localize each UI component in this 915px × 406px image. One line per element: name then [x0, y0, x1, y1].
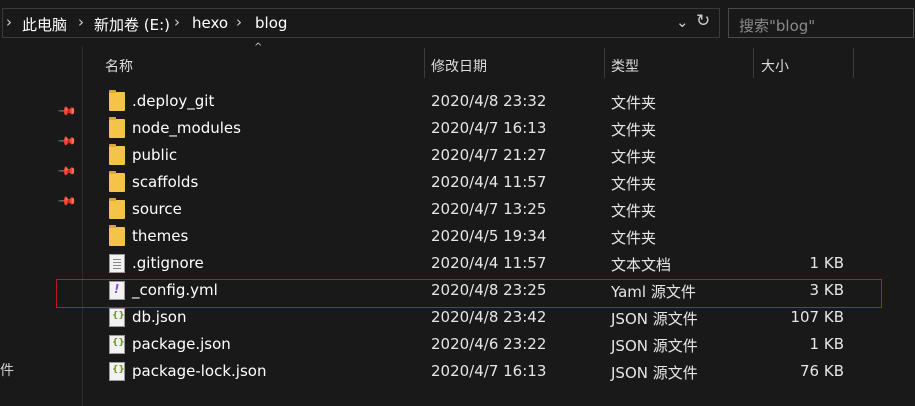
- file-row[interactable]: _config.yml 2020/4/8 23:25 Yaml 源文件 3 KB: [84, 277, 914, 304]
- search-placeholder: 搜索"blog": [739, 17, 816, 35]
- file-name: .deploy_git: [132, 92, 215, 110]
- column-header-size[interactable]: 大小: [761, 56, 789, 76]
- file-date: 2020/4/7 21:27: [431, 146, 547, 164]
- file-name: db.json: [132, 308, 187, 326]
- file-row[interactable]: .gitignore 2020/4/4 11:57 文本文档 1 KB: [84, 250, 914, 277]
- file-date: 2020/4/7 13:25: [431, 200, 547, 218]
- file-row[interactable]: .deploy_git 2020/4/8 23:32 文件夹: [84, 88, 914, 115]
- pane-divider[interactable]: [82, 46, 83, 406]
- file-date: 2020/4/8 23:42: [431, 308, 547, 326]
- file-date: 2020/4/5 19:34: [431, 227, 547, 245]
- breadcrumb-this-pc[interactable]: 此电脑: [22, 14, 67, 35]
- file-name: node_modules: [132, 119, 241, 137]
- pin-icon[interactable]: 📌: [57, 101, 77, 121]
- file-row[interactable]: source 2020/4/7 13:25 文件夹: [84, 196, 914, 223]
- folder-icon: [109, 144, 125, 165]
- folder-icon: [109, 171, 125, 192]
- json-file-icon: [109, 335, 125, 354]
- file-date: 2020/4/8 23:25: [431, 281, 547, 299]
- file-size: 107 KB: [790, 308, 844, 326]
- address-bar-area: › 此电脑 › 新加卷 (E:) › hexo › blog ⌄ ↻ 搜索"bl…: [0, 0, 915, 46]
- folder-icon: [109, 90, 125, 111]
- breadcrumb-separator-icon: ›: [78, 13, 84, 31]
- sort-ascending-icon: ^: [254, 42, 263, 53]
- file-type: 文本文档: [611, 256, 672, 274]
- pin-icon[interactable]: 📌: [57, 191, 77, 211]
- file-name: themes: [132, 227, 189, 245]
- file-type: 文件夹: [611, 94, 657, 112]
- breadcrumb-separator-icon: ›: [236, 13, 242, 31]
- column-resize-handle[interactable]: [853, 48, 854, 78]
- pin-icon[interactable]: 📌: [57, 131, 77, 151]
- file-row[interactable]: package-lock.json 2020/4/7 16:13 JSON 源文…: [84, 358, 914, 385]
- file-date: 2020/4/7 16:13: [431, 362, 547, 380]
- file-date: 2020/4/6 23:22: [431, 335, 547, 353]
- column-header-name[interactable]: 名称: [105, 56, 133, 76]
- folder-icon: [109, 117, 125, 138]
- breadcrumb-separator-icon: ›: [6, 13, 12, 31]
- file-name: package.json: [132, 335, 231, 353]
- file-row[interactable]: scaffolds 2020/4/4 11:57 文件夹: [84, 169, 914, 196]
- file-date: 2020/4/7 16:13: [431, 119, 547, 137]
- text-file-icon: [109, 254, 125, 273]
- file-name: _config.yml: [132, 281, 218, 299]
- json-file-icon: [109, 362, 125, 381]
- file-size: 1 KB: [809, 335, 844, 353]
- file-name: public: [132, 146, 178, 164]
- file-size: 3 KB: [809, 281, 844, 299]
- file-type: 文件夹: [611, 202, 657, 220]
- file-date: 2020/4/4 11:57: [431, 173, 547, 191]
- search-input[interactable]: 搜索"blog": [728, 8, 914, 38]
- file-size: 76 KB: [800, 362, 844, 380]
- file-type: JSON 源文件: [611, 337, 698, 355]
- file-name: .gitignore: [132, 254, 204, 272]
- file-type: Yaml 源文件: [611, 283, 696, 301]
- folder-icon: [109, 198, 125, 219]
- file-row[interactable]: db.json 2020/4/8 23:42 JSON 源文件 107 KB: [84, 304, 914, 331]
- file-row[interactable]: themes 2020/4/5 19:34 文件夹: [84, 223, 914, 250]
- file-type: JSON 源文件: [611, 310, 698, 328]
- file-row[interactable]: public 2020/4/7 21:27 文件夹: [84, 142, 914, 169]
- file-date: 2020/4/4 11:57: [431, 254, 547, 272]
- file-name: package-lock.json: [132, 362, 267, 380]
- file-row[interactable]: package.json 2020/4/6 23:22 JSON 源文件 1 K…: [84, 331, 914, 358]
- navigation-pane: 📌 📌 📌 📌 件: [0, 46, 82, 406]
- breadcrumb-drive-e[interactable]: 新加卷 (E:): [94, 14, 170, 35]
- breadcrumb-separator-icon: ›: [174, 13, 180, 31]
- yaml-file-icon: [109, 281, 125, 300]
- file-row[interactable]: node_modules 2020/4/7 16:13 文件夹: [84, 115, 914, 142]
- breadcrumb-blog[interactable]: blog: [255, 14, 287, 32]
- column-header-type[interactable]: 类型: [611, 56, 639, 76]
- file-type: 文件夹: [611, 121, 657, 139]
- column-header-date[interactable]: 修改日期: [431, 56, 487, 76]
- nav-item-partial-label[interactable]: 件: [0, 360, 14, 380]
- file-type: 文件夹: [611, 148, 657, 166]
- json-file-icon: [109, 308, 125, 327]
- file-date: 2020/4/8 23:32: [431, 92, 547, 110]
- file-name: source: [132, 200, 182, 218]
- file-name: scaffolds: [132, 173, 199, 191]
- file-type: JSON 源文件: [611, 364, 698, 382]
- chevron-down-icon[interactable]: ⌄: [676, 13, 689, 31]
- breadcrumb-hexo[interactable]: hexo: [192, 14, 228, 32]
- file-type: 文件夹: [611, 229, 657, 247]
- column-resize-handle[interactable]: [753, 48, 754, 78]
- column-resize-handle[interactable]: [424, 48, 425, 78]
- pin-icon[interactable]: 📌: [57, 161, 77, 181]
- column-resize-handle[interactable]: [604, 48, 605, 78]
- refresh-icon[interactable]: ↻: [696, 11, 710, 31]
- folder-icon: [109, 225, 125, 246]
- file-type: 文件夹: [611, 175, 657, 193]
- file-size: 1 KB: [809, 254, 844, 272]
